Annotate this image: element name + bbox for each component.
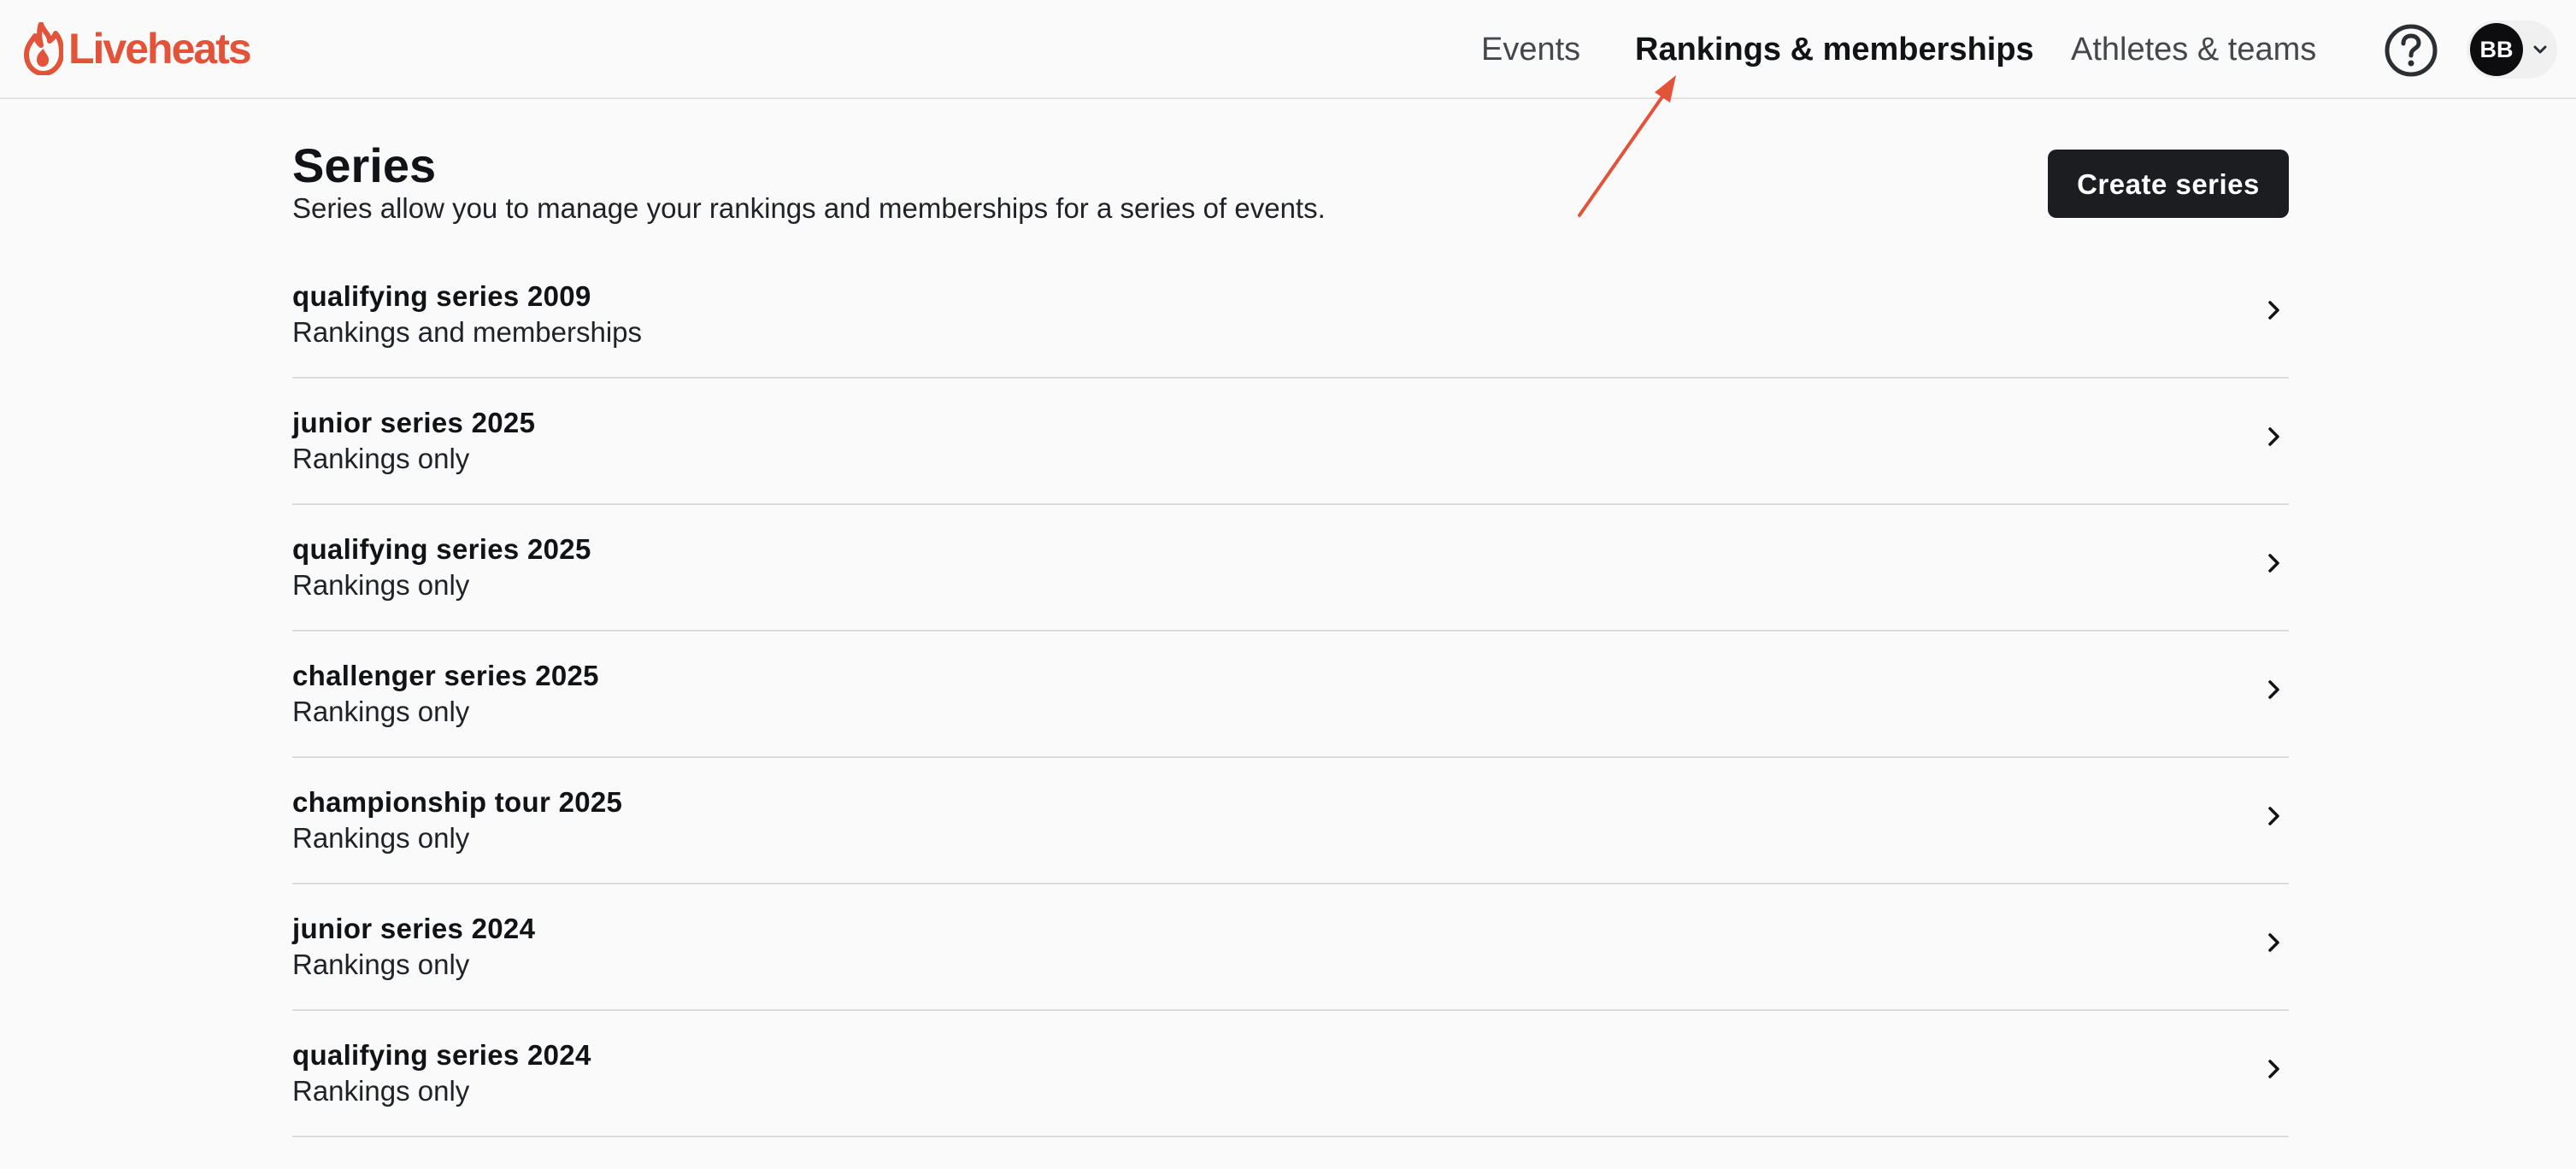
- series-name: qualifying series 2025: [292, 533, 591, 565]
- chevron-right-icon: [2268, 554, 2279, 573]
- series-type: Rankings only: [292, 569, 470, 601]
- series-row[interactable]: qualifying series 2009 Rankings and memb…: [292, 252, 2289, 379]
- series-row[interactable]: qualifying series 2024 Rankings only: [292, 1011, 2289, 1137]
- series-row[interactable]: championship tour 2025 Rankings only: [292, 758, 2289, 884]
- series-name: challenger series 2025: [292, 660, 599, 691]
- series-type: Rankings only: [292, 696, 470, 727]
- nav-rankings-memberships[interactable]: Rankings & memberships: [1635, 26, 2034, 73]
- series-row[interactable]: junior series 2024 Rankings only: [292, 884, 2289, 1011]
- series-name: championship tour 2025: [292, 786, 623, 818]
- series-type: Rankings only: [292, 443, 470, 474]
- chevron-right-icon: [2268, 680, 2279, 699]
- annotation-arrow: [1578, 75, 1676, 217]
- chevron-right-icon: [2268, 1060, 2279, 1078]
- series-type: Rankings only: [292, 822, 470, 854]
- page-title: Series: [292, 138, 437, 192]
- chevron-down-icon: [2533, 45, 2547, 54]
- series-row[interactable]: qualifying series 2025 Rankings only: [292, 505, 2289, 631]
- series-type: Rankings only: [292, 949, 470, 980]
- chevron-right-icon: [2268, 427, 2279, 446]
- series-name: junior series 2025: [292, 407, 536, 438]
- nav-athletes-teams[interactable]: Athletes & teams: [2071, 26, 2316, 73]
- series-row[interactable]: junior series 2025 Rankings only: [292, 379, 2289, 505]
- series-type: Rankings and memberships: [292, 316, 643, 348]
- chevron-right-icon: [2268, 807, 2279, 825]
- account-menu-button[interactable]: BB: [2467, 21, 2557, 79]
- series-name: qualifying series 2009: [292, 280, 591, 312]
- series-row[interactable]: challenger series 2025 Rankings only: [292, 631, 2289, 758]
- series-type: Rankings only: [292, 1075, 470, 1107]
- liveheats-logo[interactable]: Liveheats: [24, 22, 252, 75]
- create-series-button[interactable]: Create series: [2048, 150, 2289, 218]
- top-navigation-bar: Liveheats Events Rankings & memberships …: [0, 0, 2576, 99]
- series-name: qualifying series 2024: [292, 1039, 591, 1071]
- series-list: qualifying series 2009 Rankings and memb…: [292, 252, 2289, 1137]
- avatar: BB: [2470, 23, 2523, 76]
- series-name: junior series 2024: [292, 913, 536, 944]
- chevron-right-icon: [2268, 301, 2279, 320]
- help-circle-icon[interactable]: [2383, 22, 2439, 79]
- chevron-right-icon: [2268, 933, 2279, 952]
- logo-text: Liveheats: [68, 25, 252, 73]
- page-subtitle: Series allow you to manage your rankings…: [292, 192, 1326, 224]
- flame-logo-icon: [24, 22, 63, 75]
